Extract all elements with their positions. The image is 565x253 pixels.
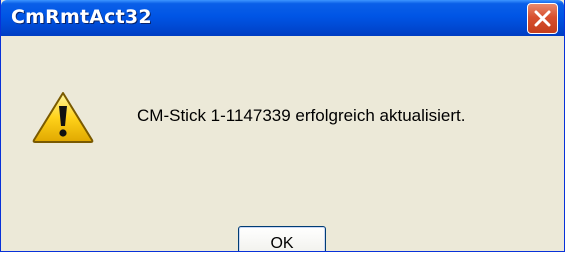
window-title: CmRmtAct32 [11,6,152,28]
close-button[interactable] [527,3,558,34]
ok-button-label: OK [270,234,294,252]
warning-icon [32,92,94,143]
close-icon [534,10,551,27]
ok-button[interactable]: OK [238,226,326,252]
dialog-body: CM-Stick 1-1147339 erfolgreich aktualisi… [1,36,564,251]
message-dialog: CmRmtAct32 CM-Stick 1-1147339 erfolgreic… [0,0,565,252]
title-bar[interactable]: CmRmtAct32 [1,0,564,36]
message-text: CM-Stick 1-1147339 erfolgreich aktualisi… [137,106,466,125]
